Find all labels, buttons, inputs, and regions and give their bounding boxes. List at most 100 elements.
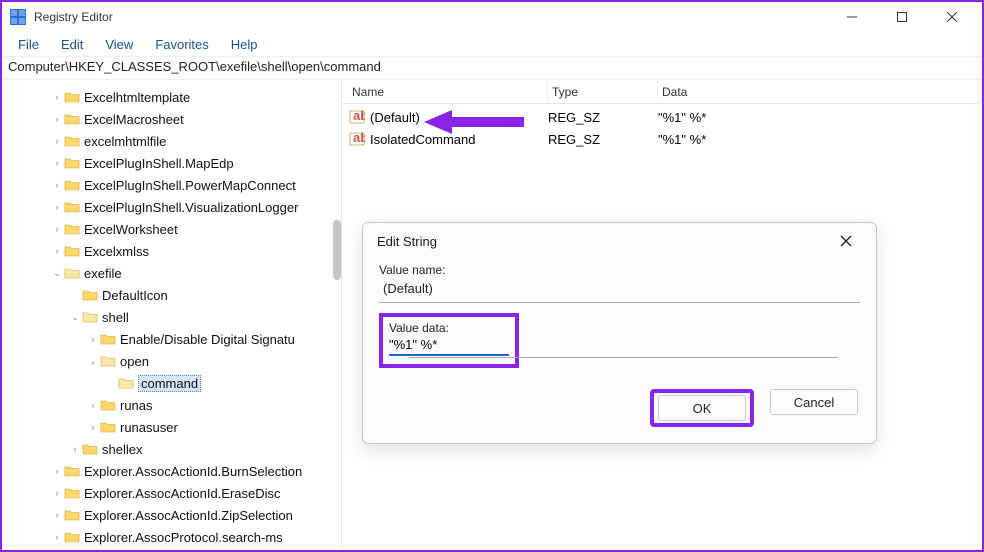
- chevron-right-icon[interactable]: ›: [50, 224, 64, 234]
- tree-node[interactable]: › ExcelMacrosheet: [2, 108, 341, 130]
- col-type[interactable]: Type: [548, 80, 658, 103]
- value-data-input[interactable]: [389, 335, 509, 356]
- tree-node-label: open: [120, 354, 149, 369]
- tree-node[interactable]: DefaultIcon: [2, 284, 341, 306]
- tree-node-label: Enable/Disable Digital Signatu: [120, 332, 295, 347]
- cancel-button[interactable]: Cancel: [770, 389, 858, 415]
- chevron-right-icon[interactable]: ›: [50, 158, 64, 168]
- chevron-right-icon[interactable]: ›: [50, 532, 64, 542]
- folder-icon: [64, 266, 80, 280]
- chevron-right-icon[interactable]: ›: [50, 136, 64, 146]
- menu-help[interactable]: Help: [221, 34, 268, 55]
- chevron-down-icon[interactable]: ⌄: [86, 356, 100, 367]
- value-name-field[interactable]: (Default): [379, 277, 860, 302]
- folder-icon: [118, 376, 134, 390]
- chevron-right-icon[interactable]: ›: [50, 246, 64, 256]
- menu-view[interactable]: View: [95, 34, 143, 55]
- folder-icon: [64, 222, 80, 236]
- tree-node[interactable]: › ExcelPlugInShell.PowerMapConnect: [2, 174, 341, 196]
- folder-icon: [64, 90, 80, 104]
- registry-tree[interactable]: › Excelhtmltemplate › ExcelMacrosheet ›excel…: [2, 80, 342, 550]
- tree-node[interactable]: ›ExcelPlugInShell.VisualizationLogger: [2, 196, 341, 218]
- tree-node-label: runasuser: [120, 420, 178, 435]
- tree-node-label: Excelhtmltemplate: [84, 90, 190, 105]
- chevron-right-icon[interactable]: ›: [50, 488, 64, 498]
- menu-file[interactable]: File: [8, 34, 49, 55]
- annotation-arrow: [424, 108, 524, 134]
- menu-favorites[interactable]: Favorites: [145, 34, 218, 55]
- regedit-icon: [10, 9, 26, 25]
- folder-icon: [64, 200, 80, 214]
- tree-node[interactable]: › ExcelWorksheet: [2, 218, 341, 240]
- tree-node[interactable]: ⌄shell: [2, 306, 341, 328]
- chevron-down-icon[interactable]: ⌄: [68, 312, 82, 323]
- folder-icon: [64, 178, 80, 192]
- chevron-down-icon[interactable]: ⌄: [50, 268, 64, 279]
- tree-node[interactable]: command: [2, 372, 341, 394]
- titlebar: Registry Editor: [2, 2, 982, 32]
- col-data[interactable]: Data: [658, 80, 982, 103]
- tree-node-label: Explorer.AssocActionId.ZipSelection: [84, 508, 293, 523]
- edit-string-dialog: Edit String Value name: (Default) Value …: [362, 222, 877, 444]
- col-name[interactable]: Name: [348, 80, 548, 103]
- chevron-right-icon[interactable]: ›: [68, 444, 82, 454]
- tree-node-label: ExcelPlugInShell.PowerMapConnect: [84, 178, 296, 193]
- chevron-right-icon[interactable]: ›: [50, 510, 64, 520]
- tree-node-label: DefaultIcon: [102, 288, 168, 303]
- window-controls: [830, 3, 974, 31]
- folder-icon: [64, 464, 80, 478]
- tree-node[interactable]: › runas: [2, 394, 341, 416]
- tree-node[interactable]: ›ExcelPlugInShell.MapEdp: [2, 152, 341, 174]
- tree-node[interactable]: › Enable/Disable Digital Signatu: [2, 328, 341, 350]
- tree-node-label: command: [138, 375, 201, 392]
- chevron-right-icon[interactable]: ›: [86, 334, 100, 344]
- tree-node[interactable]: ⌄exefile: [2, 262, 341, 284]
- tree-node[interactable]: › Explorer.AssocActionId.ZipSelection: [2, 504, 341, 526]
- tree-node[interactable]: ›Excelxmlss: [2, 240, 341, 262]
- tree-node-label: Explorer.AssocProtocol.search-ms: [84, 530, 283, 545]
- tree-node[interactable]: ›Explorer.AssocActionId.EraseDisc: [2, 482, 341, 504]
- value-list-pane: Name Type Data ab(Default)REG_SZ"%1" %*a…: [342, 80, 982, 550]
- value-data-label: Value data:: [389, 321, 509, 335]
- tree-node-label: shellex: [102, 442, 142, 457]
- tree-node[interactable]: › Explorer.AssocActionId.BurnSelection: [2, 460, 341, 482]
- chevron-right-icon[interactable]: ›: [50, 202, 64, 212]
- tree-node-label: ExcelWorksheet: [84, 222, 178, 237]
- tree-node[interactable]: ⌄ open: [2, 350, 341, 372]
- row-data: "%1" %*: [658, 132, 982, 147]
- tree-node-label: runas: [120, 398, 153, 413]
- maximize-button[interactable]: [880, 3, 924, 31]
- chevron-right-icon[interactable]: ›: [50, 180, 64, 190]
- address-bar[interactable]: Computer\HKEY_CLASSES_ROOT\exefile\shell…: [2, 56, 982, 80]
- window-title: Registry Editor: [34, 10, 822, 24]
- ok-button-highlight: OK: [650, 389, 754, 427]
- row-type: REG_SZ: [548, 110, 658, 125]
- chevron-right-icon[interactable]: ›: [86, 400, 100, 410]
- list-header: Name Type Data: [342, 80, 982, 104]
- chevron-right-icon[interactable]: ›: [50, 92, 64, 102]
- tree-node-label: ExcelMacrosheet: [84, 112, 184, 127]
- close-button[interactable]: [930, 3, 974, 31]
- folder-icon: [100, 420, 116, 434]
- folder-icon: [64, 112, 80, 126]
- ok-button[interactable]: OK: [658, 395, 746, 421]
- chevron-right-icon[interactable]: ›: [50, 466, 64, 476]
- folder-icon: [64, 134, 80, 148]
- folder-icon: [64, 156, 80, 170]
- svg-text:ab: ab: [353, 110, 365, 123]
- tree-node[interactable]: › Excelhtmltemplate: [2, 86, 341, 108]
- tree-node[interactable]: ›excelmhtmlfile: [2, 130, 341, 152]
- tree-scrollbar-thumb[interactable]: [333, 220, 341, 280]
- folder-icon: [100, 332, 116, 346]
- menu-edit[interactable]: Edit: [51, 34, 93, 55]
- menubar: File Edit View Favorites Help: [2, 32, 982, 56]
- chevron-right-icon[interactable]: ›: [50, 114, 64, 124]
- value-data-highlight: Value data:: [379, 313, 519, 368]
- tree-node[interactable]: › shellex: [2, 438, 341, 460]
- tree-node[interactable]: › runasuser: [2, 416, 341, 438]
- tree-node[interactable]: › Explorer.AssocProtocol.search-ms: [2, 526, 341, 548]
- tree-node-label: Explorer.AssocActionId.BurnSelection: [84, 464, 302, 479]
- dialog-close-button[interactable]: [830, 226, 862, 256]
- minimize-button[interactable]: [830, 3, 874, 31]
- chevron-right-icon[interactable]: ›: [86, 422, 100, 432]
